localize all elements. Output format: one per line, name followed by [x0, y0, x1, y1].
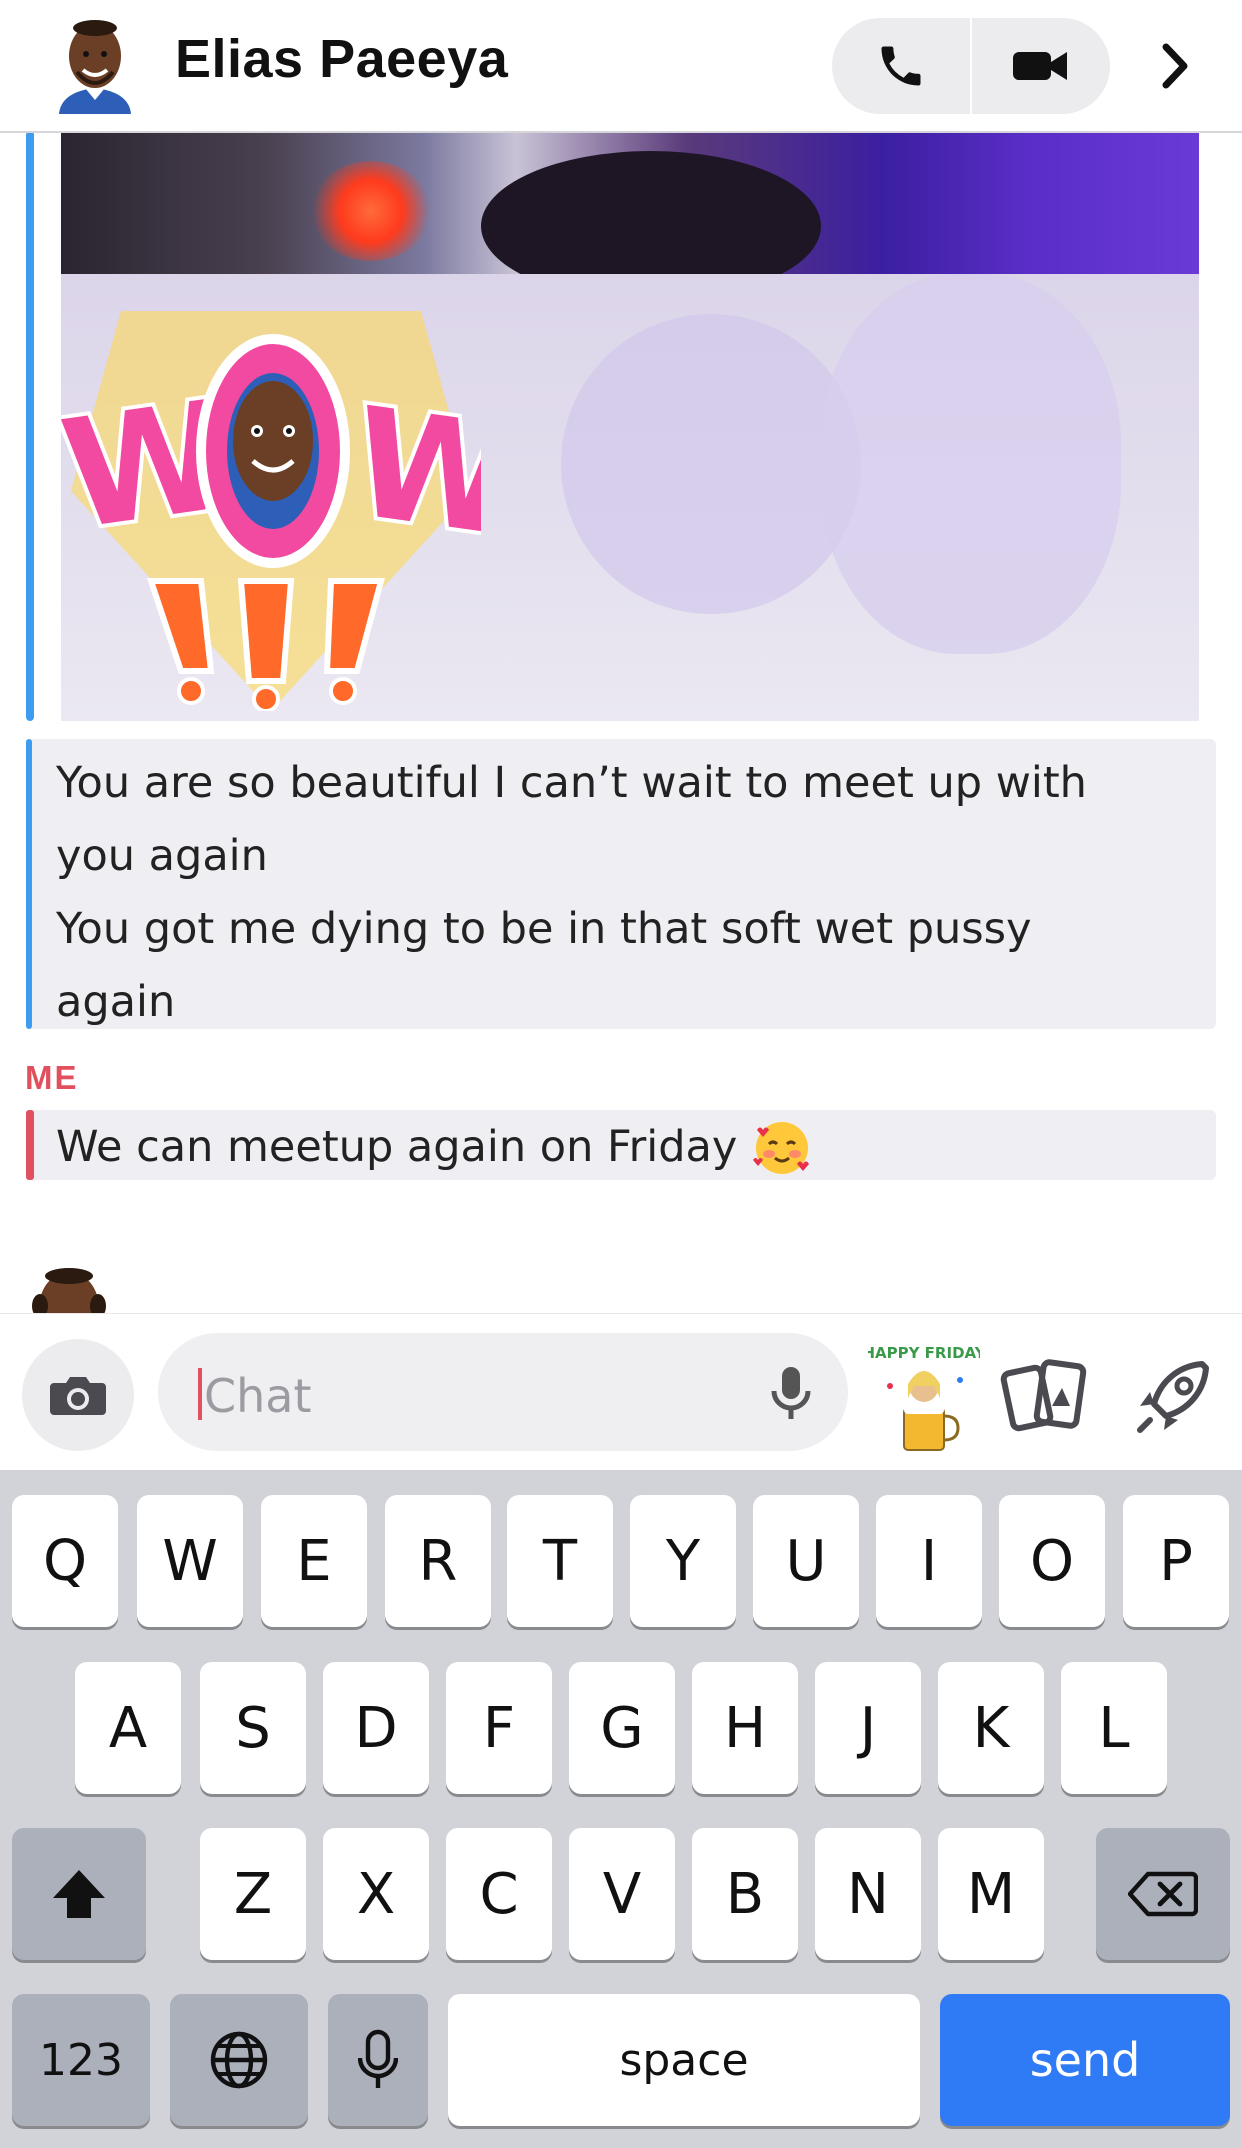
key-u[interactable]: U [753, 1495, 859, 1627]
key-o[interactable]: O [999, 1495, 1105, 1627]
sticker-caption: HAPPY FRIDAY [868, 1344, 980, 1362]
photo-light [311, 161, 431, 261]
send-key[interactable]: send [940, 1994, 1230, 2126]
backspace-icon [1128, 1871, 1198, 1917]
text-cursor [198, 1368, 202, 1420]
call-controls [832, 18, 1110, 114]
microphone-icon[interactable] [766, 1363, 816, 1423]
key-m[interactable]: M [938, 1828, 1044, 1960]
chevron-right-icon[interactable] [1150, 36, 1200, 96]
wow-bitmoji-sticker[interactable]: W W [48, 291, 534, 713]
key-n[interactable]: N [815, 1828, 921, 1960]
key-w[interactable]: W [137, 1495, 243, 1627]
dictation-key[interactable] [328, 1994, 428, 2126]
me-indicator-bar [26, 1110, 34, 1180]
key-s[interactable]: S [200, 1662, 306, 1794]
key-c[interactable]: C [446, 1828, 552, 1960]
chat-placeholder: Chat [204, 1369, 312, 1423]
sender-indicator-bar [26, 739, 32, 1029]
key-z[interactable]: Z [200, 1828, 306, 1960]
svg-text:W: W [342, 376, 481, 571]
key-x[interactable]: X [323, 1828, 429, 1960]
smiling-face-with-hearts-emoji [751, 1116, 813, 1178]
key-f[interactable]: F [446, 1662, 552, 1794]
me-sender-label: ME [25, 1059, 79, 1096]
key-p[interactable]: P [1123, 1495, 1229, 1627]
photo-blur-1 [561, 314, 861, 614]
chat-input[interactable]: Chat [158, 1333, 848, 1451]
space-key[interactable]: space [448, 1994, 920, 2126]
key-h[interactable]: H [692, 1662, 798, 1794]
cards-icon[interactable] [1000, 1356, 1090, 1436]
video-camera-icon [1013, 52, 1067, 80]
key-e[interactable]: E [261, 1495, 367, 1627]
message-text: You are so beautiful I can’t wait to mee… [56, 758, 1087, 1027]
key-t[interactable]: T [507, 1495, 613, 1627]
backspace-key[interactable] [1096, 1828, 1230, 1960]
globe-key[interactable] [170, 1994, 308, 2126]
photo-blur-2 [821, 274, 1121, 654]
sender-indicator-bar [26, 131, 34, 721]
key-y[interactable]: Y [630, 1495, 736, 1627]
key-a[interactable]: A [75, 1662, 181, 1794]
contact-name[interactable]: Elias Paeeya [175, 28, 508, 90]
key-g[interactable]: G [569, 1662, 675, 1794]
contact-avatar[interactable] [55, 14, 135, 114]
key-r[interactable]: R [385, 1495, 491, 1627]
happy-friday-sticker-button[interactable]: HAPPY FRIDAY [862, 1336, 987, 1456]
voice-call-button[interactable] [832, 18, 970, 114]
chat-header: Elias Paeeya [0, 0, 1242, 133]
phone-icon [881, 46, 921, 86]
shift-key[interactable] [12, 1828, 146, 1960]
microphone-icon [358, 2029, 398, 2088]
snap-photo[interactable] [61, 131, 1199, 301]
media-message[interactable]: W W [26, 131, 1216, 721]
contact-avatar-small [24, 1258, 114, 1313]
camera-button[interactable] [22, 1339, 134, 1451]
video-call-button[interactable] [972, 18, 1110, 114]
rocket-icon[interactable] [1128, 1352, 1218, 1442]
key-q[interactable]: Q [12, 1495, 118, 1627]
numbers-key[interactable]: 123 [12, 1994, 150, 2126]
chat-input-bar: Chat HAPPY FRIDAY [0, 1313, 1242, 1471]
key-i[interactable]: I [876, 1495, 982, 1627]
key-j[interactable]: J [815, 1662, 921, 1794]
key-b[interactable]: B [692, 1828, 798, 1960]
message-text: We can meetup again on Friday [56, 1122, 738, 1172]
system-keyboard: Q W E R T Y U I O P A S D F G H J K L Z … [0, 1470, 1242, 2148]
key-v[interactable]: V [569, 1828, 675, 1960]
camera-icon [50, 1377, 106, 1415]
received-text-message[interactable]: You are so beautiful I can’t wait to mee… [26, 739, 1216, 1029]
shift-arrow-icon [53, 1870, 105, 1918]
key-d[interactable]: D [323, 1662, 429, 1794]
key-l[interactable]: L [1061, 1662, 1167, 1794]
globe-icon [210, 2031, 268, 2089]
chat-thread[interactable]: W W You are so beautiful I can’t wait to… [0, 131, 1242, 1313]
key-k[interactable]: K [938, 1662, 1044, 1794]
sent-text-message[interactable]: We can meetup again on Friday [26, 1110, 1216, 1180]
